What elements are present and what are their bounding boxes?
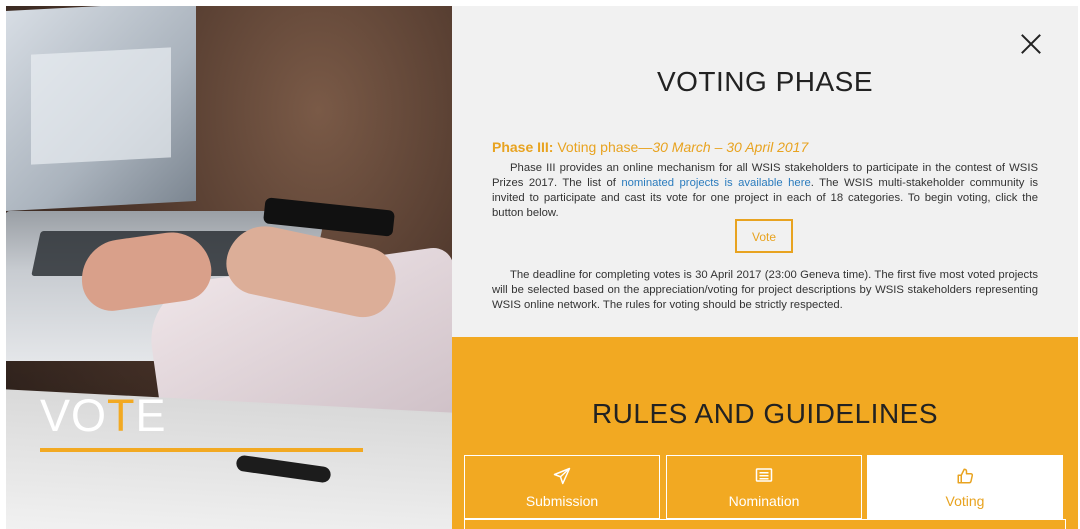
phase-heading: Phase III: Voting phase—30 March – 30 Ap… (492, 139, 808, 155)
tab-content-frame (464, 519, 1066, 529)
laptop-screen (6, 6, 196, 211)
thumbs-up-icon (868, 467, 1062, 485)
deadline-text: The deadline for completing votes is 30 … (492, 269, 1038, 311)
page-title: VOTING PHASE (656, 66, 874, 97)
close-icon[interactable] (1020, 33, 1042, 55)
tab-submission[interactable]: Submission (464, 455, 660, 519)
paper-plane-icon (465, 467, 659, 485)
rules-title: RULES AND GUIDELINES (591, 398, 939, 429)
vote-button[interactable]: Vote (735, 219, 793, 253)
list-icon (667, 467, 861, 485)
tab-nomination[interactable]: Nomination (666, 455, 862, 519)
tab-voting-label: Voting (945, 493, 985, 509)
phase-name: Voting phase— (553, 139, 653, 155)
hero-vote-title: VOTE (40, 393, 167, 438)
tab-voting[interactable]: Voting (867, 455, 1063, 519)
deadline-paragraph: The deadline for completing votes is 30 … (492, 268, 1038, 313)
intro-paragraph: Phase III provides an online mechanism f… (492, 161, 1038, 221)
hero-word-accent: T (107, 390, 136, 441)
hero-word-before: VO (40, 390, 108, 441)
phase-label: Phase III: (492, 139, 554, 155)
hero-word-after: E (135, 390, 167, 441)
nominated-projects-link[interactable]: nominated projects is available here (621, 177, 810, 189)
tab-submission-label: Submission (525, 493, 599, 509)
tab-nomination-label: Nomination (728, 493, 800, 509)
phase-dates: 30 March – 30 April 2017 (652, 139, 809, 155)
hero-underline (40, 448, 363, 452)
